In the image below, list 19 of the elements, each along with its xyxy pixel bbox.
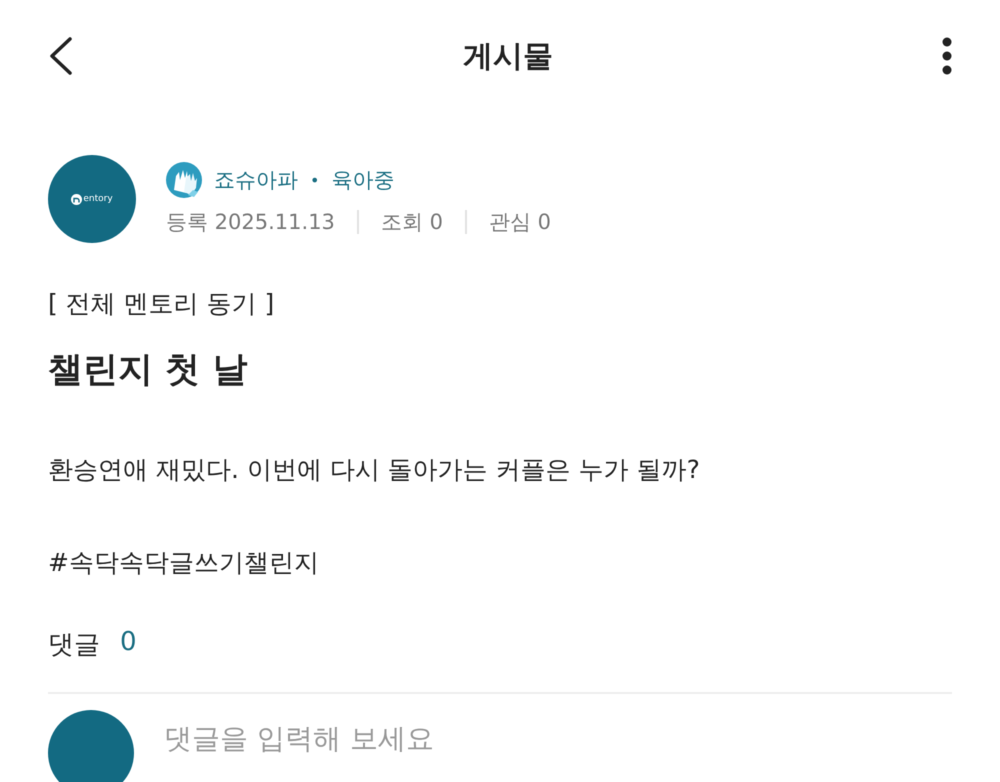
meta-text: 등록 2025.11.13 <box>166 209 335 236</box>
meta-text: 조회 0 <box>380 209 443 236</box>
comment-count: 0 <box>120 627 137 659</box>
more-button[interactable] <box>942 37 952 75</box>
logo-mark-icon <box>71 194 82 204</box>
back-button[interactable] <box>48 36 74 76</box>
post-category: [ 전체 멘토리 동기 ] <box>48 288 276 320</box>
page-title: 게시물 <box>463 38 553 76</box>
more-icon <box>942 37 952 75</box>
hashtag-link[interactable]: #속닥속닥글쓰기챌린지 <box>48 546 952 579</box>
post-body: 환승연애 재밌다. 이번에 다시 돌아가는 커플은 누가 될까? <box>48 454 701 486</box>
meta-text: 관심 0 <box>488 209 552 236</box>
author-name[interactable]: 죠슈아파 <box>214 166 298 194</box>
author-status: 육아중 <box>331 167 394 194</box>
separator-dot: • <box>310 170 320 190</box>
post-title: 챌린지 첫 날 <box>48 349 248 392</box>
back-icon <box>48 36 74 76</box>
logo-text: entory <box>83 194 113 204</box>
comments-label: 댓글 <box>48 629 100 662</box>
